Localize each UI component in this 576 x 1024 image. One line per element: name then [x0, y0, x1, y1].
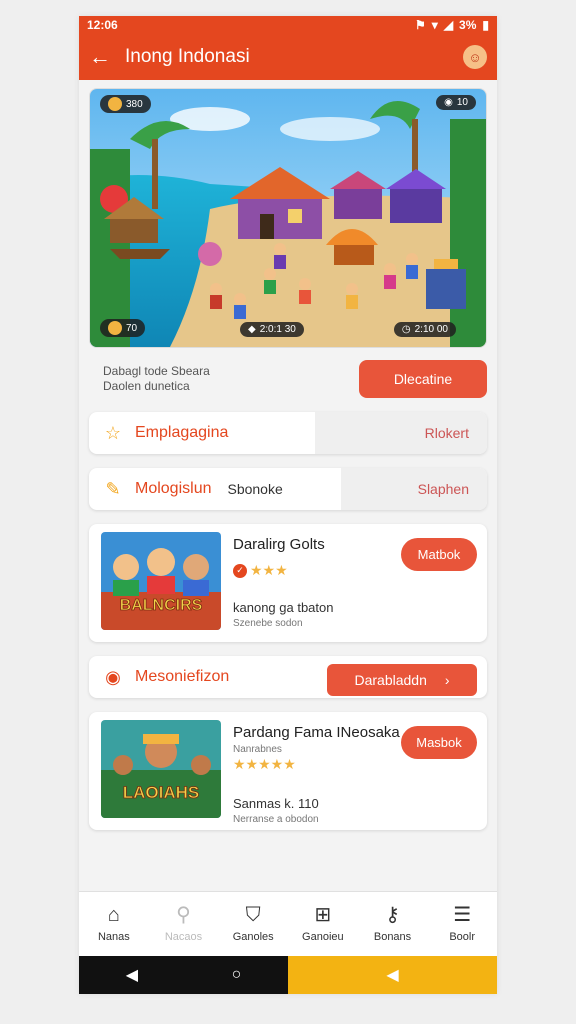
app-title: Inong Indonasi	[125, 46, 250, 67]
menu-row-2-action[interactable]: Slaphen	[341, 468, 487, 510]
game-card-2-title: Pardang Fama INeosaka	[233, 724, 400, 741]
app-bar: ← Inong Indonasi ☺	[79, 34, 497, 80]
chevron-right-icon: ›	[444, 672, 450, 688]
promo-button[interactable]: Darabladdn ›	[327, 664, 477, 696]
promo-button-label: Darabladdn	[354, 672, 427, 688]
game-card-1[interactable]: BALNCIRS Daralirg Golts ✓ ★★★ kanong ga …	[89, 524, 487, 642]
gem-icon: ◆	[248, 324, 256, 335]
menu-row-1-label: Emplagagina	[135, 424, 229, 441]
hud-bottom-left-value: 70	[126, 322, 138, 334]
battery-percent: 3%	[459, 18, 477, 32]
home-icon: ⌂	[107, 904, 120, 926]
intro-row: Dabagl tode Sbeara Daolen dunetica Dleca…	[89, 360, 487, 398]
search-icon: ⚲	[176, 904, 191, 926]
nav-item-add[interactable]: ⊞ Ganoieu	[288, 892, 358, 956]
game-card-1-title: Daralirg Golts	[233, 536, 325, 553]
system-nav-bar: ◀ ○ ◀	[79, 956, 497, 994]
banner-illustration	[90, 89, 486, 347]
hud-top-left: 380	[100, 95, 151, 113]
wifi-icon: ▾	[431, 18, 438, 32]
game-card-2-subtitle: Sanmas k. 110	[233, 796, 319, 811]
eye-icon: ◉	[105, 666, 121, 687]
player-avatar-icon	[108, 97, 122, 111]
timer-icon: ◷	[401, 324, 411, 335]
nav-item-home-label: Nanas	[97, 931, 130, 943]
hud-bottom-mid: ◆ 2:0:1 30	[240, 322, 304, 337]
rating-stars: ★★★★★	[233, 756, 296, 772]
main-content: 380 ◉ 10 70 ◆ 2:0:1 30 ◷ 2:10 00 Dabagl …	[79, 80, 497, 890]
home-circle-icon[interactable]: ○	[232, 966, 242, 984]
game-card-2-thumbnail: LAOIAHS	[101, 720, 221, 818]
menu-row-1-action[interactable]: Rlokert	[315, 412, 487, 454]
nav-item-search[interactable]: ⚲ Nacaos	[149, 892, 219, 956]
svg-text:LAOIAHS: LAOIAHS	[123, 783, 200, 802]
hud-bottom-left: 70	[100, 319, 146, 337]
game-card-1-rating: ✓ ★★★	[233, 562, 288, 579]
hud-top-left-value: 380	[126, 98, 143, 110]
nav-item-menu[interactable]: ☰ Boolr	[427, 892, 497, 956]
hud-bottom-right: ◷ 2:10 00	[393, 322, 456, 337]
intro-button[interactable]: Dlecatine	[359, 360, 487, 398]
add-box-icon: ⊞	[314, 904, 332, 926]
promo-row[interactable]: ◉ Mesoniefizon Darabladdn ›	[89, 656, 487, 698]
status-time: 12:06	[87, 18, 118, 32]
rating-stars: ★★★	[250, 562, 288, 578]
status-bar: 12:06 ⚑ ▾ ◢ 3% ▮	[79, 16, 497, 34]
game-card-1-meta: Szenebe sodon	[233, 618, 303, 629]
star-outline-icon: ☆	[104, 422, 122, 443]
energy-icon	[108, 321, 122, 335]
svg-text:BALNCIRS: BALNCIRS	[120, 597, 203, 614]
nav-item-search-label: Nacaos	[164, 931, 203, 943]
intro-line-1: Dabagl tode Sbeara	[103, 364, 210, 378]
profile-avatar[interactable]: ☺	[463, 45, 487, 69]
game-card-1-thumbnail: BALNCIRS	[101, 532, 221, 630]
bottom-nav: ⌂ Nanas ⚲ Nacaos ⛉ Ganoles ⊞ Ganoieu ⚷ B…	[79, 891, 497, 956]
hud-top-right-value: 10	[456, 97, 468, 108]
hud-bottom-right-value: 2:10 00	[414, 324, 448, 335]
back-arrow-icon[interactable]: ←	[89, 44, 117, 70]
game-card-2[interactable]: LAOIAHS Pardang Fama INeosaka Nanrabnes …	[89, 712, 487, 830]
verified-icon: ✓	[233, 563, 247, 578]
signal-icon: ◢	[443, 18, 454, 32]
battery-icon: ▮	[482, 18, 489, 32]
edit-icon: ✎	[105, 478, 121, 499]
menu-icon: ☰	[453, 904, 472, 926]
nav-item-add-label: Ganoieu	[302, 931, 344, 943]
hud-top-right: ◉ 10	[436, 95, 476, 110]
recents-icon[interactable]: ◀	[386, 965, 398, 985]
intro-description: Dabagl tode Sbeara Daolen dunetica	[89, 364, 210, 394]
intro-line-2: Daolen dunetica	[103, 379, 190, 393]
game-card-2-meta: Nerranse a obodon	[233, 814, 319, 825]
game-card-2-rating: ★★★★★	[233, 756, 296, 773]
shield-icon: ⛉	[245, 904, 261, 926]
menu-row-2-extra: Sbonoke	[227, 481, 283, 497]
menu-row-2-label: Mologislun	[135, 480, 212, 497]
wrench-icon: ⚷	[385, 904, 400, 926]
nav-item-games[interactable]: ⛉ Ganoles	[218, 892, 288, 956]
game-card-2-button[interactable]: Masbok	[401, 726, 477, 759]
back-triangle-icon[interactable]: ◀	[126, 965, 138, 985]
phone-screen: 12:06 ⚑ ▾ ◢ 3% ▮ ← Inong Indonasi ☺ 380 …	[79, 16, 497, 994]
nav-item-home[interactable]: ⌂ Nanas	[79, 892, 149, 956]
nav-item-menu-label: Boolr	[449, 931, 476, 943]
promo-label: Mesoniefizon	[135, 668, 230, 685]
game-card-1-button[interactable]: Matbok	[401, 538, 477, 571]
menu-row-2[interactable]: ✎ Mologislun Sbonoke Slaphen	[89, 468, 487, 510]
nav-item-tools-label: Bonans	[373, 931, 412, 943]
menu-row-1[interactable]: ☆ Emplagagina Rlokert	[89, 412, 487, 454]
hud-bottom-mid-value: 2:0:1 30	[259, 324, 296, 335]
game-card-2-tag: Nanrabnes	[233, 744, 282, 755]
nav-item-games-label: Ganoles	[232, 931, 274, 943]
coin-icon: ◉	[444, 97, 453, 108]
game-card-1-subtitle: kanong ga tbaton	[233, 600, 334, 615]
game-banner[interactable]: 380 ◉ 10 70 ◆ 2:0:1 30 ◷ 2:10 00	[89, 88, 487, 348]
nav-item-tools[interactable]: ⚷ Bonans	[358, 892, 428, 956]
notification-icon: ⚑	[415, 18, 426, 32]
